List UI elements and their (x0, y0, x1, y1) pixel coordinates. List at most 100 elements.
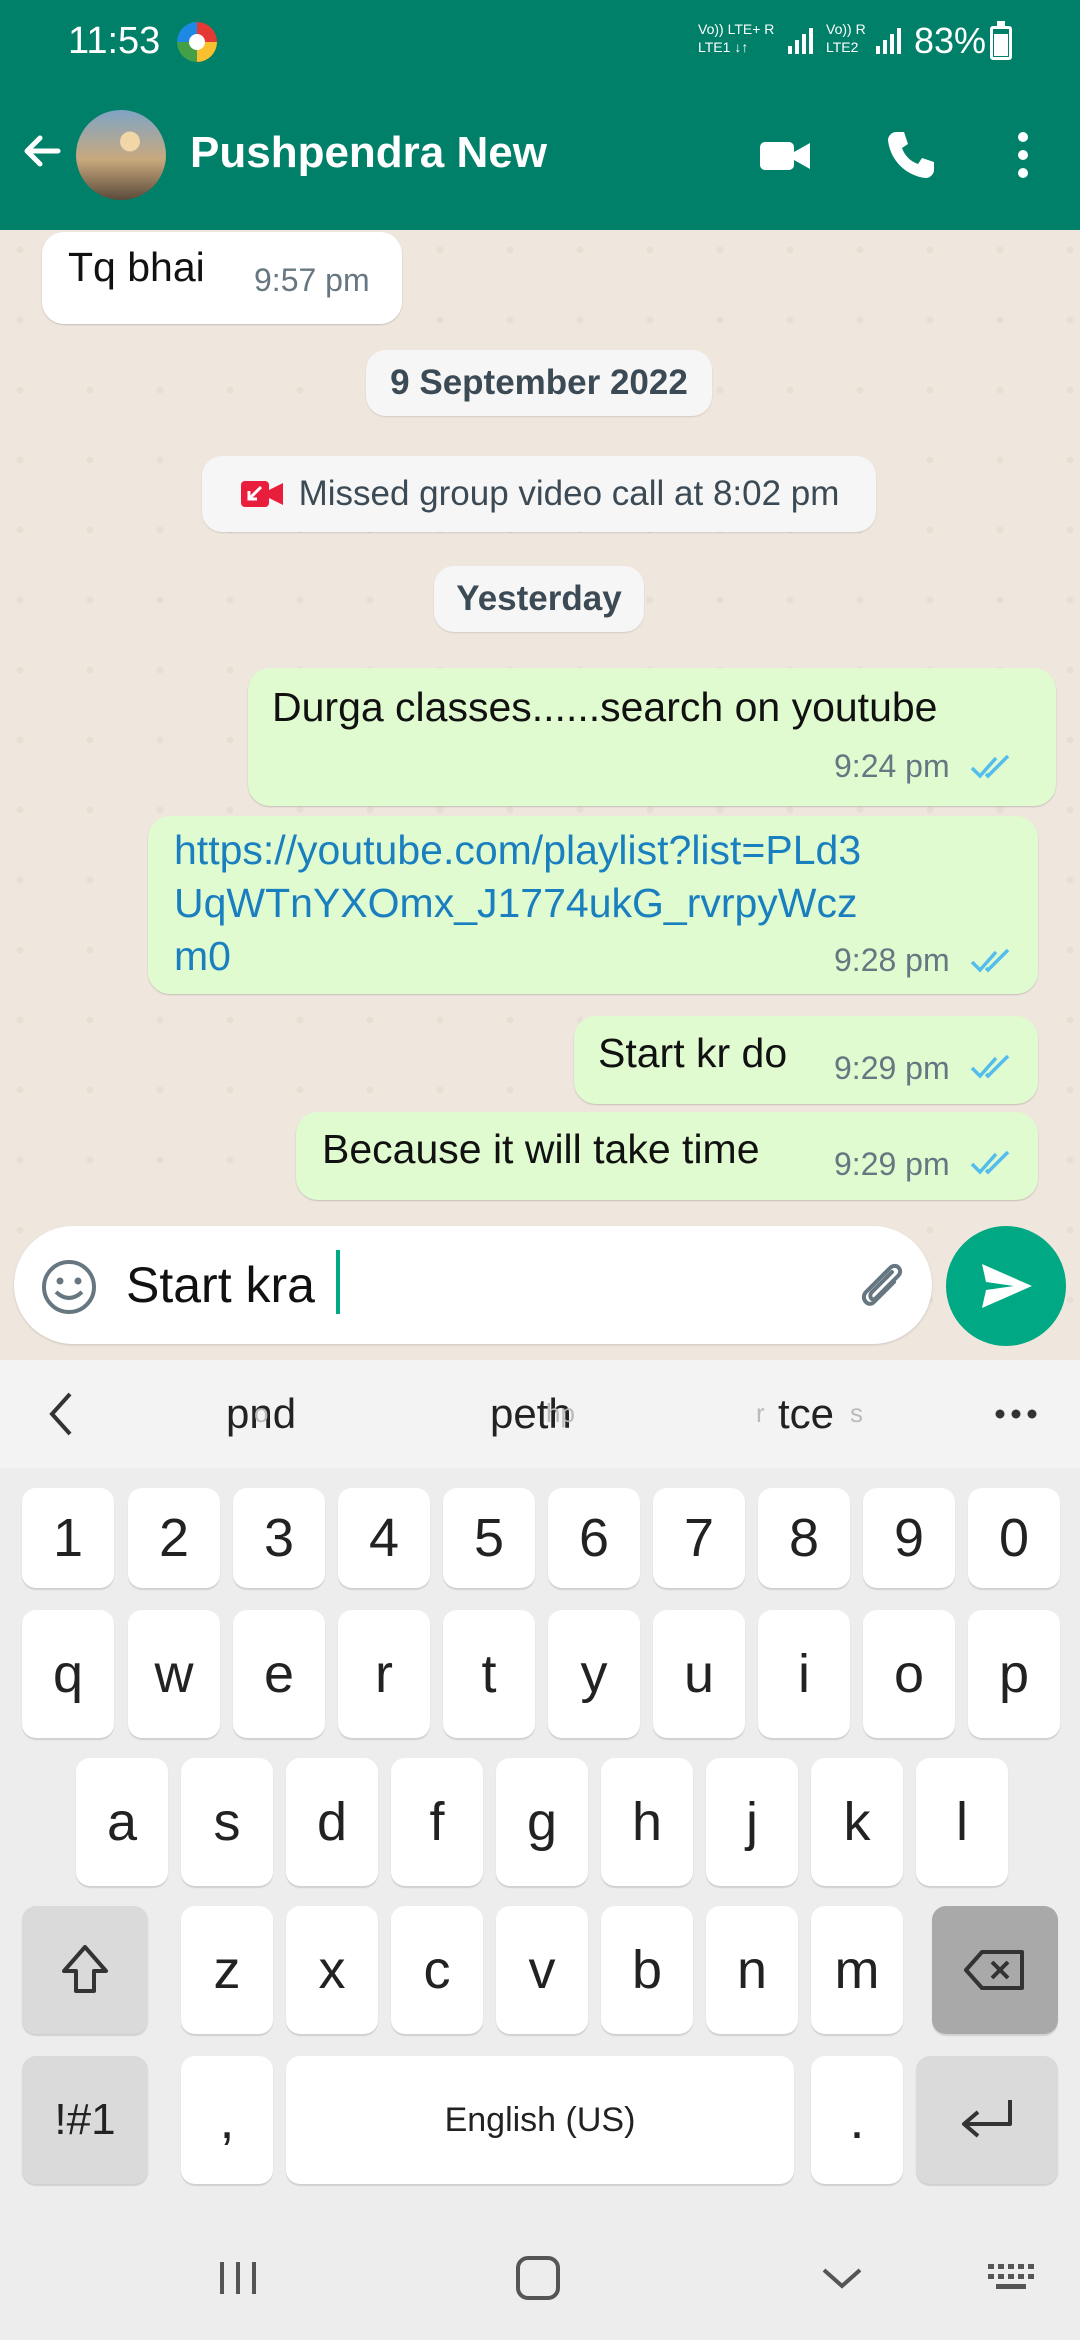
chevron-down-icon[interactable] (816, 2252, 868, 2304)
key-2[interactable]: 2 (128, 1488, 220, 1588)
key-4[interactable]: 4 (338, 1488, 430, 1588)
message-time: 9:29 pm (834, 1146, 950, 1182)
back-arrow-icon[interactable] (18, 126, 68, 176)
key-y[interactable]: y (548, 1610, 640, 1738)
suggestion-3[interactable]: tce (778, 1390, 834, 1438)
keyboard[interactable]: pnd o peth hp r tce s 1 2 3 4 5 6 7 8 9 … (0, 1360, 1080, 2212)
key-j[interactable]: j (706, 1758, 798, 1886)
key-3[interactable]: 3 (233, 1488, 325, 1588)
network-indicator-2: Vo)) R LTE2 (826, 20, 866, 56)
text-cursor (336, 1250, 340, 1314)
shift-icon (62, 1945, 108, 1993)
message-text: Because it will take time (322, 1126, 760, 1172)
message-bubble-outgoing[interactable]: Because it will take time 9:29 pm (296, 1112, 1038, 1200)
period-key[interactable]: . (811, 2056, 903, 2184)
battery-icon (990, 21, 1012, 60)
shift-key[interactable] (22, 1906, 148, 2034)
send-icon (982, 1264, 1032, 1308)
message-input-bar[interactable]: Start kra (14, 1226, 932, 1344)
key-a[interactable]: a (76, 1758, 168, 1886)
video-call-icon[interactable] (756, 126, 814, 184)
emoji-icon[interactable] (40, 1258, 98, 1316)
key-r[interactable]: r (338, 1610, 430, 1738)
key-0[interactable]: 0 (968, 1488, 1060, 1588)
key-d[interactable]: d (286, 1758, 378, 1886)
backspace-key[interactable] (932, 1906, 1058, 2034)
key-g[interactable]: g (496, 1758, 588, 1886)
chat-area[interactable]: Tq bhai 9:57 pm 9 September 2022 Missed … (0, 230, 1080, 1360)
read-ticks-icon (970, 948, 1010, 973)
key-u[interactable]: u (653, 1610, 745, 1738)
key-v[interactable]: v (496, 1906, 588, 2034)
status-bar: 11:53 Vo)) LTE+ R LTE1 ↓↑ Vo)) R LTE2 83… (0, 0, 1080, 86)
message-bubble-outgoing[interactable]: Durga classes......search on youtube 9:2… (248, 668, 1056, 806)
key-i[interactable]: i (758, 1610, 850, 1738)
missed-call-text: Missed group video call at 8:02 pm (298, 474, 840, 513)
network-1-sub: LTE1 ↓↑ (698, 39, 749, 55)
key-o[interactable]: o (863, 1610, 955, 1738)
message-link[interactable]: https://youtube.com/playlist?list=PLd3Uq… (174, 824, 874, 983)
symbols-key[interactable]: !#1 (22, 2056, 148, 2184)
recent-apps-icon[interactable] (212, 2252, 264, 2304)
key-n[interactable]: n (706, 1906, 798, 2034)
message-text: Tq bhai (68, 244, 205, 290)
suggestion-ghost-2: hp (546, 1398, 575, 1428)
message-text: Start kr do (598, 1030, 788, 1076)
enter-key[interactable] (916, 2056, 1058, 2184)
message-time: 9:28 pm (834, 942, 950, 978)
date-separator: Yesterday (434, 566, 644, 632)
key-k[interactable]: k (811, 1758, 903, 1886)
key-x[interactable]: x (286, 1906, 378, 2034)
system-nav-bar (0, 2212, 1080, 2340)
key-f[interactable]: f (391, 1758, 483, 1886)
key-8[interactable]: 8 (758, 1488, 850, 1588)
key-c[interactable]: c (391, 1906, 483, 2034)
chevron-left-icon[interactable] (44, 1388, 80, 1440)
message-bubble-outgoing[interactable]: Start kr do 9:29 pm (574, 1016, 1038, 1104)
keyboard-icon[interactable] (984, 2252, 1036, 2304)
missed-video-call-icon (240, 481, 283, 507)
enter-icon (962, 2100, 1012, 2138)
comma-key[interactable]: , (181, 2056, 273, 2184)
key-e[interactable]: e (233, 1610, 325, 1738)
key-s[interactable]: s (181, 1758, 273, 1886)
status-time: 11:53 (68, 20, 161, 62)
key-m[interactable]: m (811, 1906, 903, 2034)
more-options-icon[interactable] (994, 1408, 1038, 1420)
key-q[interactable]: q (22, 1610, 114, 1738)
suggestion-bar: pnd o peth hp r tce s (0, 1360, 1080, 1468)
key-1[interactable]: 1 (22, 1488, 114, 1588)
voice-call-icon[interactable] (882, 126, 940, 184)
contact-avatar[interactable] (76, 110, 166, 200)
missed-call-notice[interactable]: Missed group video call at 8:02 pm (202, 456, 876, 532)
key-6[interactable]: 6 (548, 1488, 640, 1588)
attach-icon[interactable] (852, 1254, 914, 1316)
key-b[interactable]: b (601, 1906, 693, 2034)
message-bubble-incoming[interactable]: Tq bhai 9:57 pm (42, 232, 402, 324)
read-ticks-icon (970, 1054, 1010, 1079)
date-separator: 9 September 2022 (366, 350, 712, 416)
key-h[interactable]: h (601, 1758, 693, 1886)
message-input[interactable]: Start kra (126, 1256, 315, 1314)
send-button[interactable] (946, 1226, 1066, 1346)
message-bubble-outgoing[interactable]: https://youtube.com/playlist?list=PLd3Uq… (148, 816, 1038, 994)
suggestion-ghost-4: s (850, 1398, 863, 1428)
key-9[interactable]: 9 (863, 1488, 955, 1588)
key-5[interactable]: 5 (443, 1488, 535, 1588)
battery-percent: 83% (914, 20, 987, 61)
key-l[interactable]: l (916, 1758, 1008, 1886)
more-vert-icon[interactable] (994, 126, 1052, 184)
message-time: 9:57 pm (254, 262, 370, 298)
suggestion-ghost-1: o (254, 1398, 269, 1428)
network-1-label: Vo)) LTE+ R (698, 21, 775, 37)
key-t[interactable]: t (443, 1610, 535, 1738)
contact-name[interactable]: Pushpendra New (190, 128, 547, 178)
key-w[interactable]: w (128, 1610, 220, 1738)
space-key[interactable]: English (US) (286, 2056, 794, 2184)
key-z[interactable]: z (181, 1906, 273, 2034)
network-2-label: Vo)) R (826, 21, 866, 37)
key-p[interactable]: p (968, 1610, 1060, 1738)
backspace-icon (964, 1950, 1024, 1990)
home-icon[interactable] (512, 2252, 564, 2304)
key-7[interactable]: 7 (653, 1488, 745, 1588)
